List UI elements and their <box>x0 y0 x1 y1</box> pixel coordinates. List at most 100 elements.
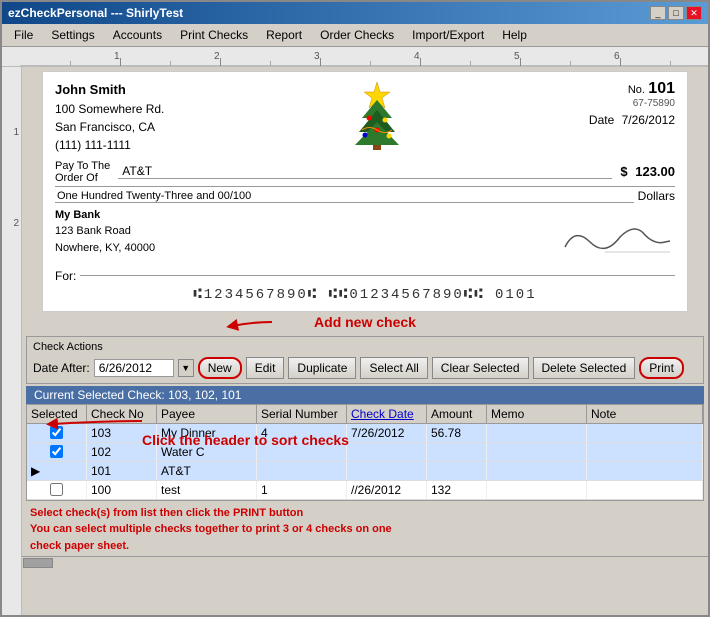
check-for-label: For: <box>55 269 76 283</box>
row4-payee: test <box>157 481 257 499</box>
th-amount[interactable]: Amount <box>427 405 487 423</box>
th-check-no[interactable]: Check No <box>87 405 157 423</box>
check-no-area: No. 101 67-75890 Date 7/26/2012 <box>589 80 675 127</box>
side-ruler-mark-1: 1 <box>13 127 21 138</box>
table-header: Selected Check No Payee Serial Number Ch… <box>27 405 703 424</box>
add-new-check-text: Add new check <box>314 314 416 330</box>
row2-payee: Water C <box>157 443 257 461</box>
check-bank: My Bank 123 Bank Road Nowhere, KY, 40000 <box>55 207 155 257</box>
th-selected[interactable]: Selected <box>27 405 87 423</box>
row2-memo <box>487 443 587 461</box>
row3-check-no: 101 <box>87 462 157 480</box>
date-dropdown-button[interactable]: ▼ <box>178 359 194 377</box>
edit-button[interactable]: Edit <box>246 357 285 379</box>
bottom-annotation: Select check(s) from list then click the… <box>22 501 708 557</box>
date-after-label: Date After: <box>33 361 90 375</box>
table-row: 102 Water C <box>27 443 703 462</box>
row2-note <box>587 443 703 461</box>
date-after-input[interactable] <box>94 359 174 377</box>
side-ruler-mark-2: 2 <box>13 218 21 229</box>
check-for-line <box>80 275 675 276</box>
check-from-addr2: San Francisco, CA <box>55 120 155 134</box>
row3-note <box>587 462 703 480</box>
add-check-annotation-container: Add new check <box>22 314 708 330</box>
clear-selected-button[interactable]: Clear Selected <box>432 357 529 379</box>
check-date-value: 7/26/2012 <box>622 113 675 127</box>
check-from-name: John Smith <box>55 82 126 97</box>
window-title: ezCheckPersonal --- ShirlyTest <box>8 6 183 20</box>
check-actions-title: Check Actions <box>33 341 697 353</box>
check-amount-value: 123.00 <box>635 164 675 179</box>
menu-accounts[interactable]: Accounts <box>105 26 170 44</box>
row2-amount <box>427 443 487 461</box>
menu-report[interactable]: Report <box>258 26 310 44</box>
menu-print-checks[interactable]: Print Checks <box>172 26 256 44</box>
main-window: ezCheckPersonal --- ShirlyTest _ □ ✕ Fil… <box>0 0 710 617</box>
check-routing: 67-75890 <box>589 98 675 109</box>
check-from-addr1: 100 Somewhere Rd. <box>55 102 164 116</box>
row3-date <box>347 462 427 480</box>
th-serial[interactable]: Serial Number <box>257 405 347 423</box>
check-payto-label: Pay To The Order Of <box>55 160 110 184</box>
menu-help[interactable]: Help <box>494 26 535 44</box>
row4-serial: 1 <box>257 481 347 499</box>
th-payee[interactable]: Payee <box>157 405 257 423</box>
check-micr: ⑆1234567890⑆ ⑆⑆01234567890⑆⑆ 0101 <box>55 287 675 303</box>
maximize-button[interactable]: □ <box>668 6 684 20</box>
row3-payee: AT&T <box>157 462 257 480</box>
th-memo[interactable]: Memo <box>487 405 587 423</box>
row4-date: //26/2012 <box>347 481 427 499</box>
check-bank-name: My Bank <box>55 209 100 221</box>
row2-check-no: 102 <box>87 443 157 461</box>
th-check-date[interactable]: Check Date <box>347 405 427 423</box>
ruler-mark-2: 2 <box>214 51 220 62</box>
menu-import-export[interactable]: Import/Export <box>404 26 492 44</box>
menu-settings[interactable]: Settings <box>43 26 102 44</box>
menu-file[interactable]: File <box>6 26 41 44</box>
print-button[interactable]: Print <box>639 357 684 379</box>
row4-selected[interactable] <box>27 481 87 499</box>
close-button[interactable]: ✕ <box>686 6 702 20</box>
check-no-label: No. <box>628 84 645 96</box>
row4-memo <box>487 481 587 499</box>
row3-amount <box>427 462 487 480</box>
check-from-phone: (111) 111-1111 <box>55 138 131 152</box>
check-signature <box>555 217 675 263</box>
check-actions-panel: Check Actions Date After: ▼ New Edit Dup… <box>26 336 704 384</box>
horizontal-scrollbar[interactable] <box>22 556 708 568</box>
row4-check-no: 100 <box>87 481 157 499</box>
row1-check-no: 103 <box>87 424 157 442</box>
th-note[interactable]: Note <box>587 405 703 423</box>
check-preview: John Smith 100 Somewhere Rd. San Francis… <box>42 71 688 312</box>
check-bank-addr1: 123 Bank Road <box>55 225 131 237</box>
row3-memo <box>487 462 587 480</box>
ruler-mark-4: 4 <box>414 51 420 62</box>
current-selected-label: Current Selected Check: 103, 102, 101 <box>26 386 704 404</box>
ruler-mark-6: 6 <box>614 51 620 62</box>
row1-selected[interactable] <box>27 424 87 442</box>
delete-selected-button[interactable]: Delete Selected <box>533 357 636 379</box>
duplicate-button[interactable]: Duplicate <box>288 357 356 379</box>
menu-bar: File Settings Accounts Print Checks Repo… <box>2 24 708 47</box>
window-controls: _ □ ✕ <box>650 6 702 20</box>
check-words-line: One Hundred Twenty-Three and 00/100 <box>55 190 634 203</box>
check-payee-row: Pay To The Order Of AT&T $ 123.00 <box>55 160 675 187</box>
row1-memo <box>487 424 587 442</box>
scroll-thumb[interactable] <box>23 558 53 568</box>
select-info-3: check paper sheet. <box>30 538 700 555</box>
select-all-button[interactable]: Select All <box>360 357 427 379</box>
outer-wrapper: 1 2 John Smith 100 Somewhere Rd. San Fra… <box>2 67 708 615</box>
check-tree-decoration <box>347 80 407 150</box>
minimize-button[interactable]: _ <box>650 6 666 20</box>
menu-order-checks[interactable]: Order Checks <box>312 26 402 44</box>
check-payee-name: AT&T <box>118 164 612 179</box>
ruler-mark-1: 1 <box>114 51 120 62</box>
select-info-1: Select check(s) from list then click the… <box>30 505 700 522</box>
table-row: 103 My Dinner 4 7/26/2012 56.78 <box>27 424 703 443</box>
ruler-mark-5: 5 <box>514 51 520 62</box>
new-button[interactable]: New <box>198 357 242 379</box>
row2-selected[interactable] <box>27 443 87 461</box>
table-row: ▶ 101 AT&T <box>27 462 703 481</box>
table-row: 100 test 1 //26/2012 132 <box>27 481 703 500</box>
row4-note <box>587 481 703 499</box>
